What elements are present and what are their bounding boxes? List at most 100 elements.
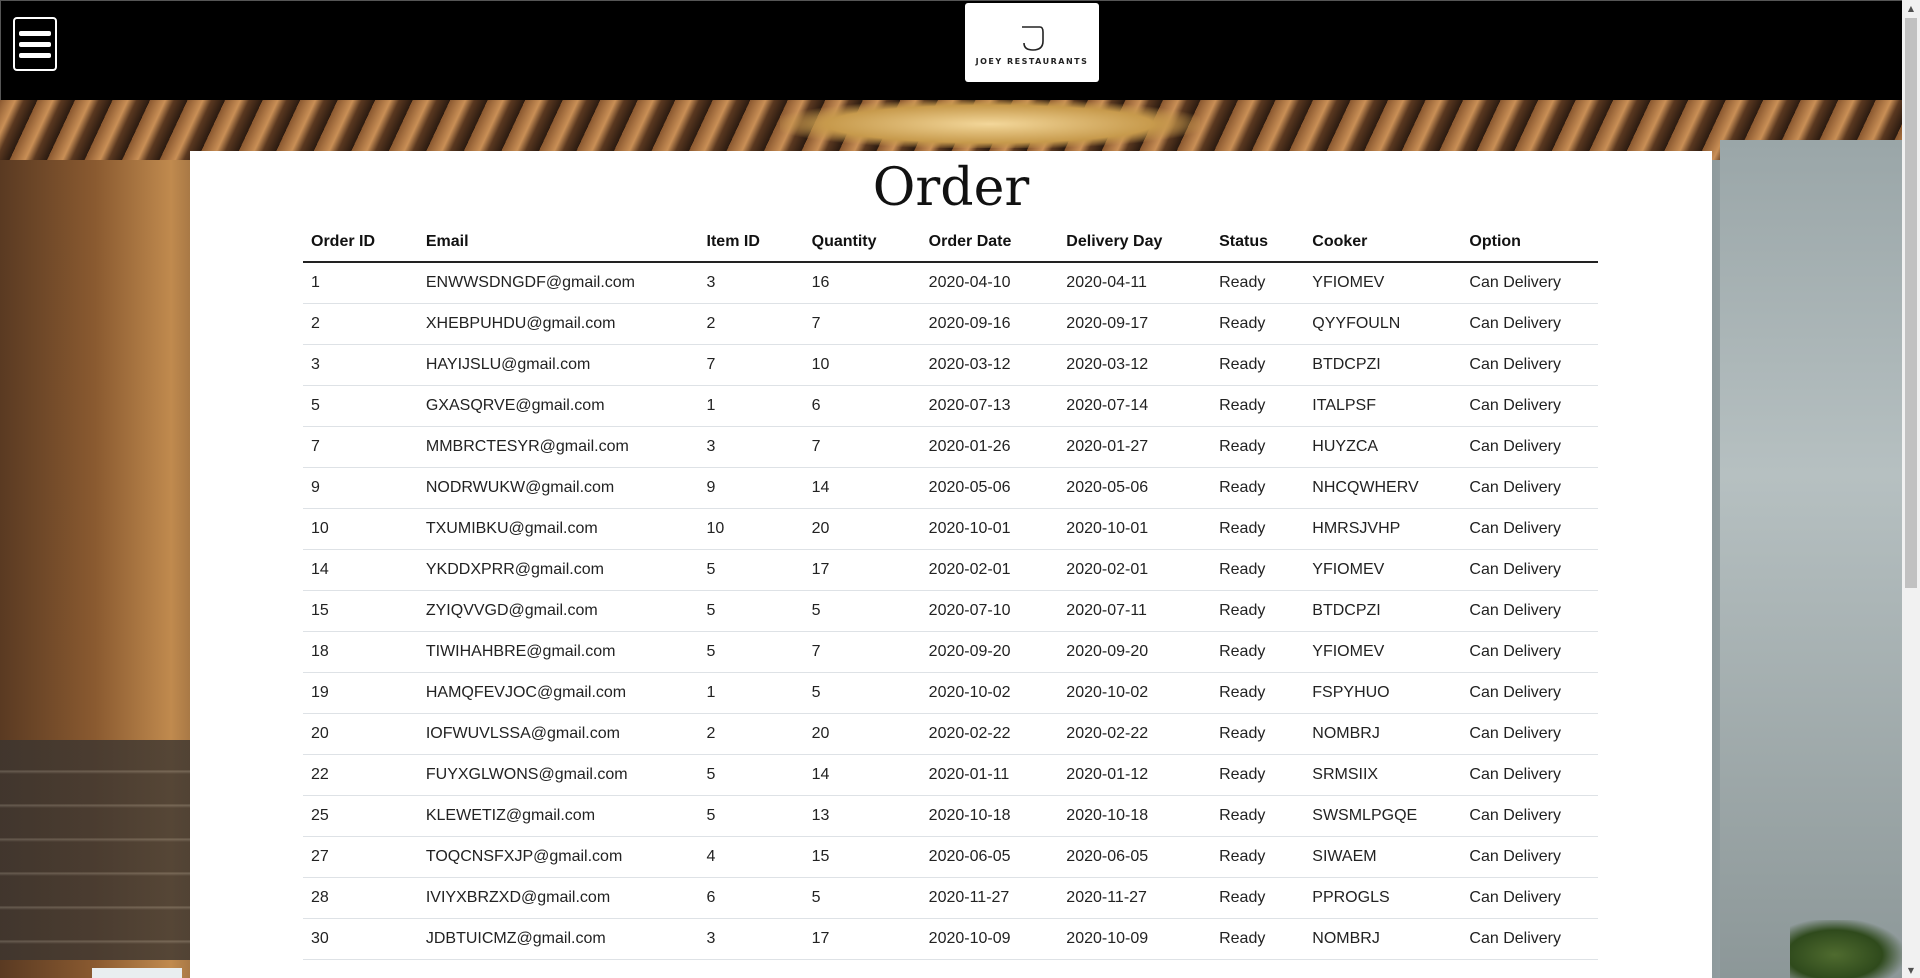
table-cell: FSPYHUO <box>1304 672 1462 714</box>
table-cell: Ready <box>1211 303 1305 345</box>
table-cell: 2020-07-13 <box>920 385 1059 427</box>
table-cell: 1 <box>303 262 418 304</box>
column-header: Order Date <box>920 223 1059 263</box>
table-cell: TIWIHAHBRE@gmail.com <box>417 631 699 673</box>
table-cell: 1 <box>698 385 804 427</box>
table-cell: Can Delivery <box>1461 467 1598 509</box>
table-cell: 2020-06-05 <box>1058 836 1212 878</box>
column-header: Email <box>417 223 699 263</box>
table-cell: 25 <box>303 795 418 837</box>
table-row: 28 IVIYXBRZXD@gmail.com 6 5 2020-11-27 2020-1… <box>303 877 1598 919</box>
table-cell: 2020-04-10 <box>920 262 1059 304</box>
table-cell: 2020-10-09 <box>920 918 1059 960</box>
column-header: Quantity <box>803 223 921 263</box>
table-cell: 5 <box>698 795 804 837</box>
page-title: Order <box>872 158 1030 218</box>
table-cell: NOMBRJ <box>1304 918 1462 960</box>
column-header: Delivery Day <box>1058 223 1212 263</box>
table-cell: 2020-06-05 <box>920 836 1059 878</box>
brand-logo[interactable]: JOEY RESTAURANTS <box>965 3 1099 82</box>
table-row: 27 TOQCNSFXJP@gmail.com 4 15 2020-06-05 2020-… <box>303 836 1598 878</box>
table-cell: 7 <box>803 426 921 468</box>
table-cell: PPROGLS <box>1304 877 1462 919</box>
column-header: Status <box>1211 223 1305 263</box>
scroll-up-arrow-icon[interactable]: ▲ <box>1902 0 1920 16</box>
table-row: 20 IOFWUVLSSA@gmail.com 2 20 2020-02-22 2020-… <box>303 713 1598 755</box>
table-cell: 20 <box>803 713 921 755</box>
column-header: Item ID <box>698 223 804 263</box>
table-cell: 17 <box>803 549 921 591</box>
table-cell: 3 <box>698 262 804 304</box>
table-cell: HUYZCA <box>1304 426 1462 468</box>
table-cell: 2020-10-18 <box>1058 795 1212 837</box>
table-row: 19 HAMQFEVJOC@gmail.com 1 5 2020-10-02 2020-1… <box>303 672 1598 714</box>
table-cell: 2020-09-16 <box>920 303 1059 345</box>
menu-toggle-button[interactable] <box>13 17 57 71</box>
table-cell: 4 <box>698 836 804 878</box>
table-cell: Ready <box>1211 713 1305 755</box>
table-cell: Ready <box>1211 508 1305 550</box>
scrollbar-thumb[interactable] <box>1905 18 1917 588</box>
table-cell: 6 <box>698 877 804 919</box>
table-cell: ZYIQVVGD@gmail.com <box>417 590 699 632</box>
table-cell: 2020-01-27 <box>1058 426 1212 468</box>
table-cell: Ready <box>1211 795 1305 837</box>
table-cell: Can Delivery <box>1461 262 1598 304</box>
table-cell: 5 <box>803 590 921 632</box>
table-cell: 2020-10-02 <box>920 672 1059 714</box>
table-row: 3 HAYIJSLU@gmail.com 7 10 2020-03-12 2020-03-… <box>303 344 1598 386</box>
table-row: 30 JDBTUICMZ@gmail.com 3 17 2020-10-09 2020-1… <box>303 918 1598 960</box>
table-cell: SIWAEM <box>1304 836 1462 878</box>
table-cell: 17 <box>803 918 921 960</box>
table-cell: 5 <box>698 754 804 796</box>
table-cell: 9 <box>698 467 804 509</box>
table-cell: 2020-05-06 <box>1058 467 1212 509</box>
hamburger-icon-bar <box>19 52 51 58</box>
table-cell: 3 <box>303 344 418 386</box>
table-cell: 2020-09-17 <box>1058 303 1212 345</box>
table-cell: 6 <box>803 385 921 427</box>
table-row: 18 TIWIHAHBRE@gmail.com 5 7 2020-09-20 2020-0… <box>303 631 1598 673</box>
table-cell: 5 <box>303 385 418 427</box>
table-cell: 30 <box>303 918 418 960</box>
table-cell: Can Delivery <box>1461 918 1598 960</box>
column-header: Cooker <box>1304 223 1462 263</box>
table-cell: BTDCPZI <box>1304 590 1462 632</box>
table-cell: ENWWSDNGDF@gmail.com <box>417 262 699 304</box>
table-cell: SRMSIIX <box>1304 754 1462 796</box>
table-cell: Can Delivery <box>1461 385 1598 427</box>
table-cell: 5 <box>698 631 804 673</box>
table-cell: Ready <box>1211 344 1305 386</box>
table-cell: 2020-01-11 <box>920 754 1059 796</box>
table-cell: SWSMLPGQE <box>1304 795 1462 837</box>
scroll-down-arrow-icon[interactable]: ▼ <box>1902 962 1920 978</box>
table-cell: 10 <box>698 508 804 550</box>
table-cell: BTDCPZI <box>1304 344 1462 386</box>
table-cell: 3 <box>698 918 804 960</box>
table-cell: Ready <box>1211 590 1305 632</box>
table-cell: Ready <box>1211 385 1305 427</box>
table-cell: 9 <box>303 467 418 509</box>
orders-table: Order ID Email Item ID Quantity Order Date De… <box>303 223 1598 960</box>
table-cell: Ready <box>1211 836 1305 878</box>
table-cell: 10 <box>303 508 418 550</box>
table-cell: JDBTUICMZ@gmail.com <box>417 918 699 960</box>
order-panel: Order Order ID Email Item ID Quantity Order … <box>190 151 1712 978</box>
table-cell: 2020-10-01 <box>920 508 1059 550</box>
table-cell: Can Delivery <box>1461 426 1598 468</box>
table-cell: Can Delivery <box>1461 672 1598 714</box>
table-cell: Ready <box>1211 631 1305 673</box>
table-cell: 2 <box>303 303 418 345</box>
table-cell: Can Delivery <box>1461 713 1598 755</box>
table-cell: 2020-11-27 <box>1058 877 1212 919</box>
plant <box>1790 920 1902 978</box>
table-row: 14 YKDDXPRR@gmail.com 5 17 2020-02-01 2020-02… <box>303 549 1598 591</box>
concrete-wall <box>1720 140 1902 978</box>
logo-text: JOEY RESTAURANTS <box>975 57 1089 66</box>
table-cell: QYYFOULN <box>1304 303 1462 345</box>
table-cell: Can Delivery <box>1461 631 1598 673</box>
logo-mark-icon <box>1022 26 1044 51</box>
table-cell: 7 <box>303 426 418 468</box>
table-cell: Ready <box>1211 467 1305 509</box>
table-cell: Can Delivery <box>1461 877 1598 919</box>
